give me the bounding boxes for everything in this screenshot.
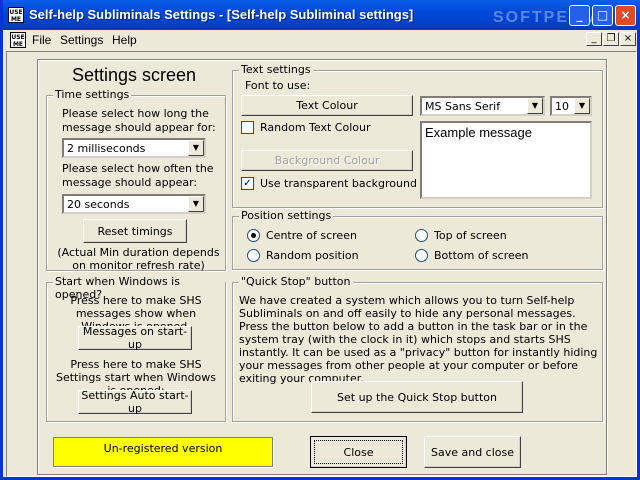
- mdi-minimize-icon[interactable]: _: [586, 32, 602, 46]
- radio-random-label: Random position: [266, 249, 359, 262]
- app-window: USE ME Self-help Subliminals Settings - …: [0, 0, 640, 480]
- settings-auto-startup-button[interactable]: Settings Auto start-up: [78, 389, 192, 415]
- size-value: 10: [555, 100, 569, 113]
- example-message-box[interactable]: Example message: [420, 121, 592, 199]
- messages-on-startup-button[interactable]: Messages on start-up: [78, 325, 192, 351]
- messages-on-startup-label: Messages on start-up: [82, 325, 188, 351]
- time-settings-label: Time settings: [53, 88, 132, 101]
- transparent-bg-label: Use transparent background: [260, 177, 417, 190]
- text-settings-label: Text settings: [239, 63, 313, 76]
- menu-file[interactable]: File: [32, 33, 51, 47]
- frequency-value: 20 seconds: [67, 198, 130, 211]
- text-colour-button[interactable]: Text Colour: [241, 95, 413, 116]
- title-bar[interactable]: USE ME Self-help Subliminals Settings - …: [3, 0, 640, 30]
- menu-bar: USE ME File Settings Help _ ❐ ×: [6, 30, 637, 50]
- background-colour-button[interactable]: Background Colour: [241, 150, 413, 171]
- font-select[interactable]: MS Sans Serif ▼: [420, 96, 545, 116]
- app-icon[interactable]: USE ME: [8, 7, 24, 23]
- text-settings-group: Text settings Font to use: Text Colour R…: [232, 63, 603, 208]
- radio-top[interactable]: [415, 229, 428, 242]
- frequency-prompt: Please select how often the message shou…: [62, 162, 214, 189]
- position-settings-group: Position settings Centre of screen Top o…: [232, 209, 603, 270]
- radio-centre-label: Centre of screen: [266, 229, 357, 242]
- save-and-close-button[interactable]: Save and close: [424, 436, 521, 468]
- example-message: Example message: [425, 125, 532, 140]
- chevron-down-icon[interactable]: ▼: [574, 98, 590, 114]
- radio-bottom-label: Bottom of screen: [434, 249, 529, 262]
- duration-select[interactable]: 2 milliseconds ▼: [62, 138, 206, 158]
- random-text-colour-label: Random Text Colour: [260, 121, 371, 134]
- position-settings-label: Position settings: [239, 209, 334, 222]
- startup-group: Start when Windows is opened? Press here…: [46, 275, 226, 422]
- radio-random[interactable]: [247, 249, 260, 262]
- close-button[interactable]: Close: [310, 436, 407, 468]
- client-area: Settings screen Time settings Please sel…: [6, 51, 637, 477]
- radio-centre[interactable]: [247, 229, 260, 242]
- chevron-down-icon[interactable]: ▼: [188, 140, 204, 156]
- mdi-child-icon[interactable]: USE ME: [10, 32, 26, 48]
- random-text-colour-checkbox[interactable]: [241, 121, 254, 134]
- settings-panel: Settings screen Time settings Please sel…: [37, 59, 607, 475]
- close-icon[interactable]: ×: [615, 5, 636, 26]
- size-select[interactable]: 10 ▼: [550, 96, 592, 116]
- quick-stop-description: We have created a system which allows yo…: [239, 294, 598, 385]
- chevron-down-icon[interactable]: ▼: [188, 196, 204, 212]
- quick-stop-group: "Quick Stop" button We have created a sy…: [232, 275, 603, 422]
- window-title: Self-help Subliminals Settings - [Self-h…: [29, 7, 414, 22]
- menu-settings[interactable]: Settings: [60, 33, 103, 47]
- page-title: Settings screen: [72, 65, 197, 85]
- chevron-down-icon[interactable]: ▼: [527, 98, 543, 114]
- frequency-select[interactable]: 20 seconds ▼: [62, 194, 206, 214]
- minimize-icon[interactable]: _: [569, 5, 590, 26]
- font-label: Font to use:: [245, 79, 311, 92]
- time-settings-group: Time settings Please select how long the…: [46, 88, 226, 272]
- mdi-restore-icon[interactable]: ❐: [603, 32, 619, 46]
- radio-top-label: Top of screen: [434, 229, 507, 242]
- refresh-rate-note: (Actual Min duration depends on monitor …: [57, 246, 220, 272]
- radio-bottom[interactable]: [415, 249, 428, 262]
- registration-status: Un-registered version: [53, 437, 273, 467]
- reset-timings-button[interactable]: Reset timings: [83, 219, 187, 243]
- font-value: MS Sans Serif: [425, 100, 501, 113]
- mdi-close-icon[interactable]: ×: [620, 32, 636, 46]
- duration-value: 2 milliseconds: [67, 142, 146, 155]
- quick-stop-setup-button[interactable]: Set up the Quick Stop button: [311, 381, 523, 413]
- maximize-icon[interactable]: □: [592, 5, 613, 26]
- quick-stop-label: "Quick Stop" button: [239, 275, 353, 288]
- menu-help[interactable]: Help: [112, 33, 137, 47]
- settings-auto-startup-label: Settings Auto start-up: [81, 389, 189, 415]
- transparent-bg-checkbox[interactable]: ✓: [241, 177, 254, 190]
- duration-prompt: Please select how long the message shoul…: [62, 107, 216, 134]
